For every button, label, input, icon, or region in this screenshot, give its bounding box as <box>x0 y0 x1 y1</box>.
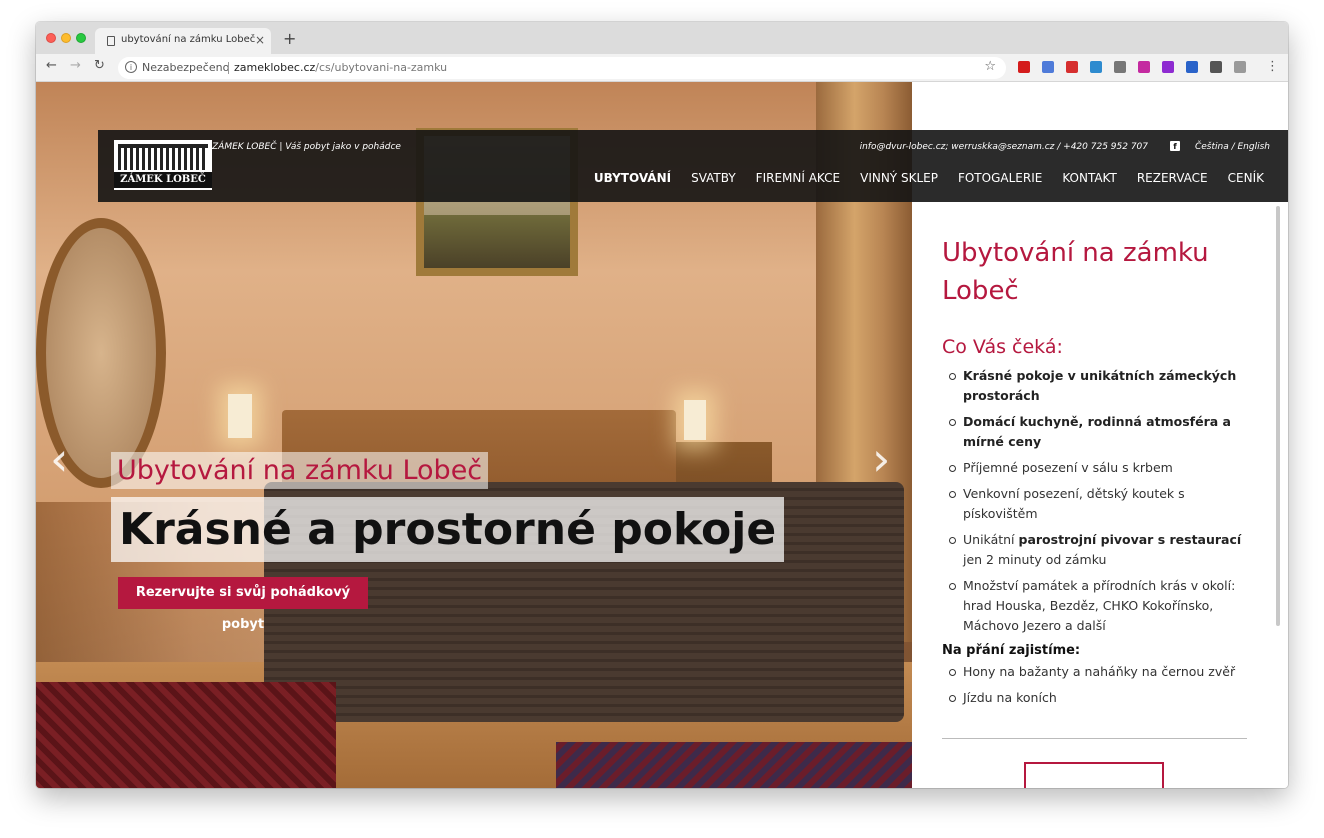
list-item: Hony na bažanty a naháňky na černou zvěř <box>942 662 1252 682</box>
on-request-heading: Na přání zajistíme: <box>942 643 1081 658</box>
list-item-text: Příjemné posezení v sálu s krbem <box>963 460 1173 475</box>
divider <box>942 738 1247 739</box>
contact-info[interactable]: info@dvur-lobec.cz; werruskka@seznam.cz … <box>860 142 1148 152</box>
back-arrow-icon[interactable]: ← <box>46 58 57 73</box>
facebook-icon[interactable]: f <box>1170 141 1180 151</box>
menu-item-6[interactable]: REZERVACE <box>1127 171 1218 185</box>
list-item: Jízdu na koních <box>942 688 1252 708</box>
extension-icon[interactable] <box>1162 61 1174 73</box>
menu-item-2[interactable]: FIREMNÍ AKCE <box>746 171 850 185</box>
hero-title: Krásné a prostorné pokoje <box>111 497 785 562</box>
extension-icon[interactable] <box>1210 61 1222 73</box>
request-list: Hony na bažanty a naháňky na černou zvěř… <box>942 662 1252 714</box>
hero-subtitle: Ubytování na zámku Lobeč <box>111 452 489 489</box>
close-window-button[interactable] <box>46 33 56 43</box>
menu-item-5[interactable]: KONTAKT <box>1052 171 1127 185</box>
list-item-text: Unikátní <box>963 532 1019 547</box>
hero-photo-lamp <box>228 394 252 438</box>
menu-item-3[interactable]: VINNÝ SKLEP <box>850 171 948 185</box>
url-path: /cs/ubytovani-na-zamku <box>315 61 448 74</box>
list-item: Krásné pokoje v unikátních zámeckých pro… <box>942 366 1252 406</box>
menu-item-7[interactable]: CENÍK <box>1218 171 1274 185</box>
castle-logo-icon <box>118 144 208 170</box>
panel-button[interactable] <box>1024 762 1164 788</box>
title-bar: ubytování na zámku Lobeč × + <box>36 22 1288 54</box>
menu-item-0[interactable]: UBYTOVÁNÍ <box>584 171 681 185</box>
slider-next-icon[interactable]: › <box>872 432 890 486</box>
insecure-label: Nezabezpečeno <box>142 61 230 74</box>
what-awaits-heading: Co Vás čeká: <box>942 336 1063 358</box>
list-item-text: jen 2 minuty od zámku <box>963 552 1107 567</box>
address-separator <box>228 62 229 74</box>
list-item-text: Množství památek a přírodních krás v oko… <box>963 578 1236 633</box>
maximize-window-button[interactable] <box>76 33 86 43</box>
list-item: Množství památek a přírodních krás v oko… <box>942 576 1252 636</box>
site-logo[interactable]: ZÁMEK LOBEČ <box>114 140 212 190</box>
new-tab-button[interactable]: + <box>283 29 296 48</box>
extension-icon[interactable] <box>1186 61 1198 73</box>
extension-icon[interactable] <box>1090 61 1102 73</box>
main-menu: UBYTOVÁNÍ SVATBY FIREMNÍ AKCE VINNÝ SKLEP FO… <box>584 171 1274 185</box>
url-host: zameklobec.cz <box>234 61 316 74</box>
forward-arrow-icon[interactable]: → <box>70 58 81 73</box>
menu-item-1[interactable]: SVATBY <box>681 171 746 185</box>
list-item: Příjemné posezení v sálu s krbem <box>942 458 1252 478</box>
extension-icon[interactable] <box>1018 61 1030 73</box>
amenities-list: Krásné pokoje v unikátních zámeckých pro… <box>942 366 1252 642</box>
list-item: Domácí kuchyně, rodinná atmosféra a mírn… <box>942 412 1252 452</box>
list-item: Venkovní posezení, dětský koutek s písko… <box>942 484 1252 524</box>
logo-text: ZÁMEK LOBEČ <box>114 172 212 188</box>
document-icon <box>107 36 115 46</box>
browser-toolbar: ← → ↻ i Nezabezpečeno zameklobec.cz/cs/u… <box>36 54 1288 82</box>
page-viewport: ‹ › Ubytování na zámku Lobeč Krásné a pr… <box>36 82 1288 788</box>
bookmark-star-icon[interactable]: ☆ <box>984 59 996 74</box>
browser-window: ubytování na zámku Lobeč × + ← → ↻ i Nez… <box>36 22 1288 788</box>
site-tagline: ZÁMEK LOBEČ | Váš pobyt jako v pohádce <box>212 142 401 152</box>
page-title: Ubytování na zámku Lobeč <box>942 238 1209 306</box>
list-item-bold: parostrojní pivovar s restaurací <box>1018 532 1242 547</box>
reserve-button[interactable]: Rezervujte si svůj pohádkový pobyt <box>118 577 368 632</box>
browser-tab[interactable]: ubytování na zámku Lobeč × <box>95 28 271 54</box>
menu-item-4[interactable]: FOTOGALERIE <box>948 171 1052 185</box>
extension-icon[interactable] <box>1138 61 1150 73</box>
list-item-text: Venkovní posezení, dětský koutek s písko… <box>963 486 1185 521</box>
hero-photo-rug <box>36 682 336 788</box>
address-bar[interactable]: i Nezabezpečeno zameklobec.cz/cs/ubytova… <box>118 57 1006 79</box>
language-switcher[interactable]: Čeština / English <box>1195 142 1270 152</box>
list-item-bold: Domácí kuchyně, rodinná atmosféra a mírn… <box>963 414 1231 449</box>
extension-icon[interactable] <box>1234 61 1246 73</box>
minimize-window-button[interactable] <box>61 33 71 43</box>
list-item-bold: Krásné pokoje v unikátních zámeckých pro… <box>963 368 1237 403</box>
site-header: ZÁMEK LOBEČ ZÁMEK LOBEČ | Váš pobyt jako… <box>98 130 1288 202</box>
slider-prev-icon[interactable]: ‹ <box>50 432 68 486</box>
reload-icon[interactable]: ↻ <box>94 58 105 73</box>
extension-icon[interactable] <box>1042 61 1054 73</box>
tab-close-icon[interactable]: × <box>255 33 265 47</box>
hero-photo-lamp <box>684 400 706 440</box>
list-item: Unikátní parostrojní pivovar s restaurac… <box>942 530 1252 570</box>
extension-icon[interactable] <box>1114 61 1126 73</box>
hero-photo-rug <box>556 742 912 788</box>
extension-icon[interactable] <box>1066 61 1078 73</box>
tab-title: ubytování na zámku Lobeč <box>121 34 256 45</box>
info-icon[interactable]: i <box>125 61 137 73</box>
browser-menu-icon[interactable]: ⋮ <box>1266 59 1279 74</box>
url-text[interactable]: zameklobec.cz/cs/ubytovani-na-zamku <box>234 61 447 74</box>
panel-scrollbar[interactable] <box>1276 206 1280 626</box>
